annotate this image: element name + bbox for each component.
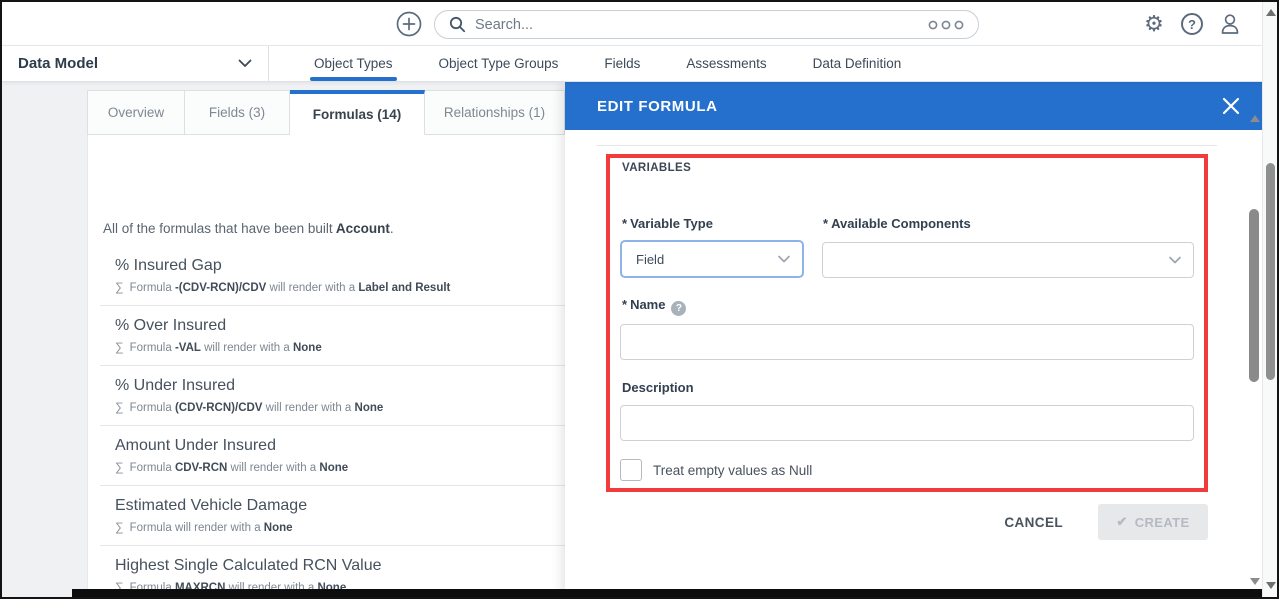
app-menu-dropdown[interactable]: Data Model bbox=[2, 46, 269, 81]
description-input[interactable] bbox=[620, 405, 1194, 441]
variable-type-label: *Variable Type bbox=[622, 216, 713, 231]
treat-empty-null-label: Treat empty values as Null bbox=[653, 463, 812, 478]
available-components-label: *Available Components bbox=[823, 216, 971, 231]
required-asterisk: * bbox=[622, 297, 627, 312]
help-icon[interactable]: ? bbox=[1180, 12, 1204, 36]
divider bbox=[597, 145, 1217, 146]
chevron-down-icon bbox=[238, 59, 252, 68]
dialog-title: EDIT FORMULA bbox=[597, 98, 718, 115]
name-input[interactable] bbox=[620, 324, 1194, 360]
list-item-formula[interactable]: % Over Insured ∑Formula -VAL will render… bbox=[100, 305, 565, 365]
sigma-icon: ∑ bbox=[115, 400, 124, 414]
name-help-icon[interactable]: ? bbox=[671, 301, 686, 316]
edit-formula-dialog: EDIT FORMULA VARIABLES *Variable Type *A… bbox=[565, 82, 1264, 599]
close-icon[interactable] bbox=[1222, 97, 1240, 115]
page-background: Overview Fields (3) Formulas (14) Relati… bbox=[2, 82, 1277, 599]
sigma-icon: ∑ bbox=[115, 460, 124, 474]
dialog-header: EDIT FORMULA bbox=[565, 82, 1264, 130]
app-window: ⚙ ? Data Model Object Types Object Type … bbox=[0, 0, 1279, 599]
window-scrollbar-thumb[interactable] bbox=[1266, 163, 1275, 380]
module-nav-bar: Data Model Object Types Object Type Grou… bbox=[2, 46, 1277, 82]
nav-tab-data-definition[interactable]: Data Definition bbox=[813, 46, 902, 81]
active-tab-underline bbox=[310, 77, 397, 81]
list-item-formula[interactable]: Estimated Vehicle Damage ∑Formula will r… bbox=[100, 485, 565, 545]
nav-tab-fields[interactable]: Fields bbox=[604, 46, 640, 81]
panel-scrollbar[interactable] bbox=[1248, 82, 1261, 599]
annotation-highlight-rectangle bbox=[606, 154, 1208, 492]
list-item-formula[interactable]: % Under Insured ∑Formula (CDV-RCN)/CDV w… bbox=[100, 365, 565, 425]
bottom-screen-edge bbox=[72, 589, 1264, 599]
formula-list: % Insured Gap ∑Formula -(CDV-RCN)/CDV wi… bbox=[88, 246, 565, 593]
nav-tab-object-type-groups[interactable]: Object Type Groups bbox=[439, 46, 559, 81]
add-icon[interactable] bbox=[396, 11, 422, 37]
scroll-up-arrow[interactable] bbox=[1266, 9, 1276, 16]
tab-fields[interactable]: Fields (3) bbox=[185, 90, 290, 135]
search-bar[interactable] bbox=[434, 10, 979, 39]
available-components-select[interactable] bbox=[822, 242, 1194, 278]
create-button[interactable]: ✔ CREATE bbox=[1098, 504, 1208, 540]
top-bar: ⚙ ? bbox=[2, 2, 1277, 46]
dialog-actions: CANCEL ✔ CREATE bbox=[565, 504, 1208, 540]
scroll-down-arrow[interactable] bbox=[1250, 578, 1260, 585]
object-type-card: Overview Fields (3) Formulas (14) Relati… bbox=[87, 90, 565, 593]
chevron-down-icon bbox=[778, 255, 790, 263]
search-options-icon[interactable] bbox=[928, 20, 964, 30]
scroll-up-arrow[interactable] bbox=[1250, 115, 1260, 122]
list-item-formula[interactable]: Amount Under Insured ∑Formula CDV-RCN wi… bbox=[100, 425, 565, 485]
user-avatar-icon[interactable] bbox=[1218, 12, 1242, 36]
treat-empty-null-checkbox[interactable] bbox=[620, 459, 642, 481]
scroll-down-arrow[interactable] bbox=[1266, 582, 1276, 589]
tab-formulas[interactable]: Formulas (14) bbox=[290, 90, 425, 135]
sigma-icon: ∑ bbox=[115, 340, 124, 354]
list-item-formula[interactable]: Highest Single Calculated RCN Value ∑For… bbox=[100, 545, 565, 593]
sigma-icon: ∑ bbox=[115, 280, 124, 294]
sigma-icon: ∑ bbox=[115, 520, 124, 534]
settings-gear-icon[interactable]: ⚙ bbox=[1142, 12, 1166, 36]
panel-scrollbar-thumb[interactable] bbox=[1249, 209, 1259, 382]
tab-relationships[interactable]: Relationships (1) bbox=[425, 90, 565, 135]
formulas-tab-content: All of the formulas that have been built… bbox=[87, 135, 565, 593]
window-scrollbar[interactable] bbox=[1262, 2, 1277, 597]
search-input[interactable] bbox=[475, 17, 928, 33]
nav-tab-assessments[interactable]: Assessments bbox=[686, 46, 766, 81]
variables-section-label: VARIABLES bbox=[622, 162, 691, 174]
list-item-formula[interactable]: % Insured Gap ∑Formula -(CDV-RCN)/CDV wi… bbox=[88, 246, 565, 305]
nav-items: Object Types Object Type Groups Fields A… bbox=[269, 46, 924, 81]
app-menu-label: Data Model bbox=[18, 55, 98, 72]
card-tabs: Overview Fields (3) Formulas (14) Relati… bbox=[87, 90, 565, 135]
check-icon: ✔ bbox=[1116, 514, 1127, 530]
variable-type-select[interactable]: Field bbox=[620, 240, 804, 278]
search-icon bbox=[449, 16, 466, 33]
required-asterisk: * bbox=[622, 216, 627, 231]
chevron-down-icon bbox=[1169, 256, 1181, 264]
formulas-intro-text: All of the formulas that have been built… bbox=[103, 221, 551, 236]
required-asterisk: * bbox=[823, 216, 828, 231]
nav-tab-object-types[interactable]: Object Types bbox=[314, 46, 393, 81]
null-checkbox-row: Treat empty values as Null bbox=[620, 459, 812, 481]
name-label: *Name? bbox=[622, 297, 686, 316]
tab-overview[interactable]: Overview bbox=[87, 90, 185, 135]
description-label: Description bbox=[622, 380, 694, 395]
cancel-button[interactable]: CANCEL bbox=[1004, 515, 1063, 530]
